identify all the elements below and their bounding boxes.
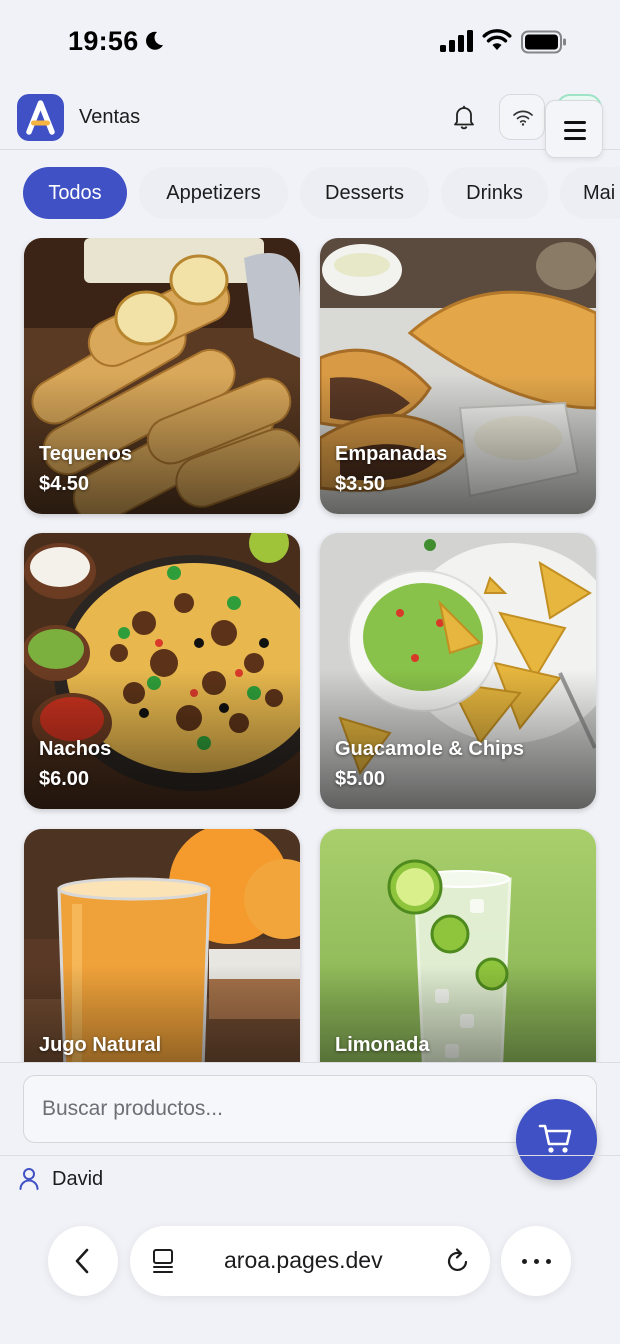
product-price: $4.50 — [39, 473, 90, 495]
user-name: David — [52, 1168, 104, 1190]
status-time: 19:56 — [68, 26, 139, 56]
menu-button[interactable] — [545, 100, 603, 158]
product-card-tequenos[interactable]: Tequenos $4.50 — [24, 238, 300, 514]
category-tabs: Todos Appetizers Desserts Drinks Mai — [0, 167, 620, 219]
hamburger-icon — [564, 121, 586, 124]
browser-url: aroa.pages.dev — [224, 1247, 383, 1273]
status-bar: 19:56 — [0, 0, 620, 84]
product-name: Jugo Natural — [39, 1034, 162, 1056]
logo-a-icon — [26, 100, 55, 135]
product-card-limonada[interactable]: Limonada — [320, 829, 596, 1062]
product-card-guacamole-chips[interactable]: Guacamole & Chips $5.00 — [320, 533, 596, 809]
reload-icon[interactable] — [445, 1248, 471, 1274]
wifi-icon — [513, 110, 533, 126]
browser-back-button[interactable] — [48, 1226, 118, 1296]
product-name: Guacamole & Chips — [335, 738, 524, 760]
wifi-status-icon — [482, 29, 512, 50]
product-name: Nachos — [39, 738, 112, 760]
tab-todos[interactable]: Todos — [23, 167, 127, 219]
app-title: Ventas — [79, 106, 141, 128]
browser-address-bar[interactable]: aroa.pages.dev — [130, 1226, 490, 1296]
moon-icon — [146, 31, 163, 50]
product-card-nachos[interactable]: Nachos $6.00 — [24, 533, 300, 809]
cart-button[interactable] — [516, 1099, 597, 1180]
tab-drinks[interactable]: Drinks — [441, 167, 548, 219]
product-name: Tequenos — [39, 443, 132, 465]
battery-icon — [521, 30, 566, 54]
product-grid: Tequenos $4.50 Empanadas $3.50 Nachos $6… — [0, 238, 620, 1062]
tab-appetizers[interactable]: Appetizers — [139, 167, 288, 219]
search-input[interactable] — [23, 1075, 597, 1143]
product-price: $5.00 — [335, 768, 386, 790]
cellular-signal-icon — [440, 30, 473, 52]
notification-bell-icon[interactable] — [452, 104, 476, 130]
app-logo — [17, 94, 64, 141]
product-card-jugo-natural[interactable]: Jugo Natural — [24, 829, 300, 1062]
cart-icon — [538, 1124, 572, 1153]
app-header: Ventas — [0, 84, 620, 158]
product-name: Limonada — [335, 1034, 430, 1056]
browser-more-button[interactable] — [501, 1226, 571, 1296]
tab-desserts[interactable]: Desserts — [300, 167, 429, 219]
tab-main[interactable]: Mai — [560, 167, 620, 219]
page-menu-icon[interactable] — [152, 1248, 176, 1274]
product-price: $3.50 — [335, 473, 386, 495]
chevron-left-icon — [75, 1248, 89, 1274]
bottom-panel — [0, 1062, 620, 1344]
connection-status-button[interactable] — [499, 94, 545, 140]
product-price: $6.00 — [39, 768, 90, 790]
product-card-empanadas[interactable]: Empanadas $3.50 — [320, 238, 596, 514]
user-icon — [19, 1168, 39, 1190]
more-dots-icon — [522, 1259, 527, 1264]
product-name: Empanadas — [335, 443, 448, 465]
